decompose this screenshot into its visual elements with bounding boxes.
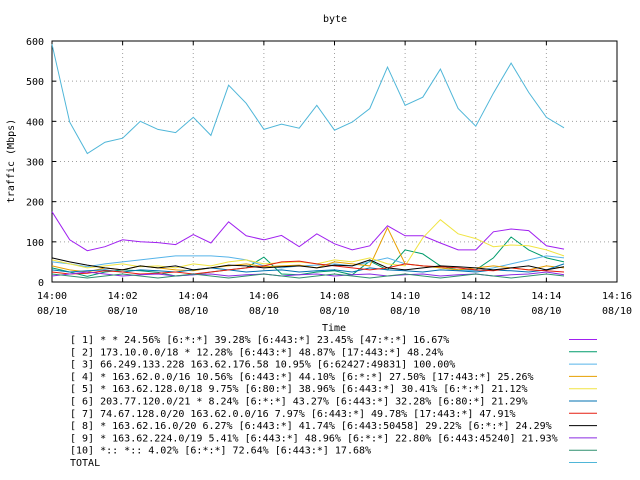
chart-title: byte [323, 14, 347, 25]
legend-entry-9: [ 9] * 163.62.224.0/19 5.41% [6:443:*] 4… [70, 433, 558, 444]
series-line-8 [51, 257, 565, 271]
grid [52, 41, 617, 282]
x-tick-date: 08/10 [461, 306, 491, 317]
x-tick-date: 08/10 [249, 306, 279, 317]
x-axis-label: Time [322, 323, 346, 334]
legend-entry-6: [ 6] 203.77.120.0/21 * 8.24% [6:*:*] 43.… [70, 397, 528, 408]
x-tick-time: 14:00 [37, 291, 67, 302]
legend-entry-11: TOTAL [70, 458, 100, 469]
x-tick-date: 08/10 [602, 306, 632, 317]
y-tick-label: 200 [26, 198, 44, 209]
x-tick-date: 08/10 [37, 306, 67, 317]
x-tick-time: 14:10 [390, 291, 420, 302]
chart: byte 0 100 200 300 400 500 600 14:00 08/10 14:02 0… [6, 14, 632, 469]
x-tick-time: 14:02 [108, 291, 138, 302]
legend-entry-2: [ 2] 173.10.0.0/18 * 12.28% [6:443:*] 48… [70, 347, 443, 358]
x-tick-date: 08/10 [178, 306, 208, 317]
x-tick-date: 08/10 [531, 306, 561, 317]
legend-entry-4: [ 4] * 163.62.0.0/16 10.56% [6:443:*] 44… [70, 372, 534, 383]
x-tick-date: 08/10 [319, 306, 349, 317]
legend-entry-1: [ 1] * * 24.56% [6:*:*] 39.28% [6:443:*]… [70, 335, 449, 346]
legend-entry-7: [ 7] 74.67.128.0/20 163.62.0.0/16 7.97% … [70, 409, 516, 420]
y-tick-label: 400 [26, 117, 44, 128]
x-tick-time: 14:12 [461, 291, 491, 302]
legend: [ 1] * * 24.56% [6:*:*] 39.28% [6:443:*]… [70, 335, 597, 469]
x-tick-time: 14:16 [602, 291, 632, 302]
x-tick-date: 08/10 [108, 306, 138, 317]
legend-entry-5: [ 5] * 163.62.128.0/18 9.75% [6:80:*] 38… [70, 384, 528, 395]
series-line-1 [51, 211, 565, 252]
x-tick-date: 08/10 [390, 306, 420, 317]
y-tick-label: 0 [38, 278, 44, 289]
y-axis-label: traffic (Mbps) [6, 119, 17, 203]
x-tick-time: 14:14 [531, 291, 561, 302]
y-tick-label: 600 [26, 37, 44, 48]
series-line-11 [51, 44, 565, 155]
y-tick-label: 500 [26, 77, 44, 88]
x-tick-time: 14:04 [178, 291, 208, 302]
y-tick-label: 300 [26, 158, 44, 169]
legend-entry-3: [ 3] 66.249.133.228 163.62.176.58 10.95%… [70, 360, 455, 371]
x-tick-time: 14:08 [319, 291, 349, 302]
x-tick-time: 14:06 [249, 291, 279, 302]
series-line-5 [51, 219, 565, 269]
legend-entry-8: [ 8] * 163.62.16.0/20 6.27% [6:443:*] 41… [70, 421, 552, 432]
legend-entry-10: [10] *:: *:: 4.02% [6:*:*] 72.64% [6:443… [70, 446, 371, 457]
y-tick-label: 100 [26, 238, 44, 249]
